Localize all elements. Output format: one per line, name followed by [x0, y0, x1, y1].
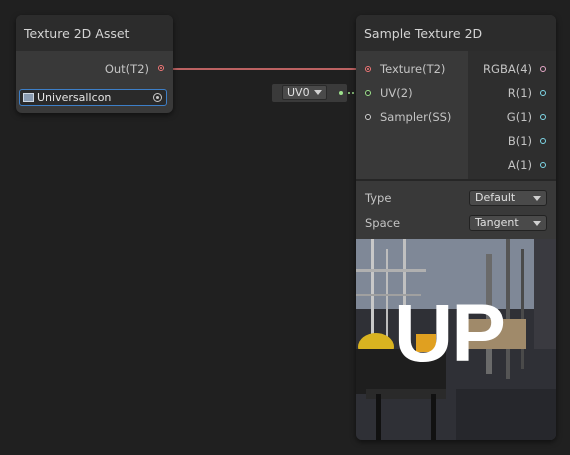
space-dropdown[interactable]: Tangent [469, 215, 547, 231]
output-label: RGBA(4) [483, 62, 532, 76]
uv-output-dot[interactable] [339, 91, 343, 95]
type-setting-label: Type [365, 191, 392, 205]
out-port-dot[interactable] [158, 65, 164, 71]
node-title: Texture 2D Asset [24, 25, 130, 41]
texture-icon [23, 93, 34, 102]
output-port-label: Out(T2) [104, 62, 149, 76]
chevron-down-icon [533, 221, 541, 226]
output-dot[interactable] [540, 114, 546, 120]
settings-panel: Type Default Space Tangent [356, 181, 556, 239]
sample-texture-2d-node[interactable]: Sample Texture 2D Texture(T2) UV(2) Samp… [356, 15, 556, 440]
chevron-down-icon [314, 90, 322, 95]
chevron-down-icon [533, 196, 541, 201]
texture-2d-asset-node[interactable]: Texture 2D Asset Out(T2) UniversalIcon [16, 15, 173, 113]
input-label: UV(2) [380, 86, 413, 100]
space-dropdown-value: Tangent [475, 216, 519, 229]
input-label: Sampler(SS) [380, 110, 452, 124]
input-dot[interactable] [365, 114, 371, 120]
output-dot[interactable] [540, 162, 546, 168]
input-label: Texture(T2) [380, 62, 446, 76]
input-dot[interactable] [365, 90, 371, 96]
asset-field-value: UniversalIcon [37, 91, 112, 104]
preview-overlay-text: UP [394, 288, 506, 379]
output-label: R(1) [507, 86, 532, 100]
uv-node[interactable]: UV0 [272, 84, 347, 102]
type-dropdown-value: Default [475, 191, 516, 204]
type-dropdown[interactable]: Default [469, 190, 547, 206]
output-label: G(1) [506, 110, 532, 124]
output-label: A(1) [507, 158, 532, 172]
space-setting-label: Space [365, 216, 401, 230]
input-dot[interactable] [365, 66, 371, 72]
node-header[interactable]: Texture 2D Asset [16, 15, 173, 51]
texture-preview: UP [356, 239, 556, 440]
texture-asset-field[interactable]: UniversalIcon [19, 89, 167, 106]
node-header[interactable]: Sample Texture 2D [356, 15, 556, 51]
output-label: B(1) [507, 134, 532, 148]
output-dot[interactable] [540, 66, 546, 72]
output-dot[interactable] [540, 90, 546, 96]
uv-selected: UV0 [287, 86, 310, 99]
output-dot[interactable] [540, 138, 546, 144]
node-title: Sample Texture 2D [364, 25, 483, 41]
uv-dropdown[interactable]: UV0 [282, 85, 327, 100]
object-picker-icon[interactable] [153, 93, 162, 102]
